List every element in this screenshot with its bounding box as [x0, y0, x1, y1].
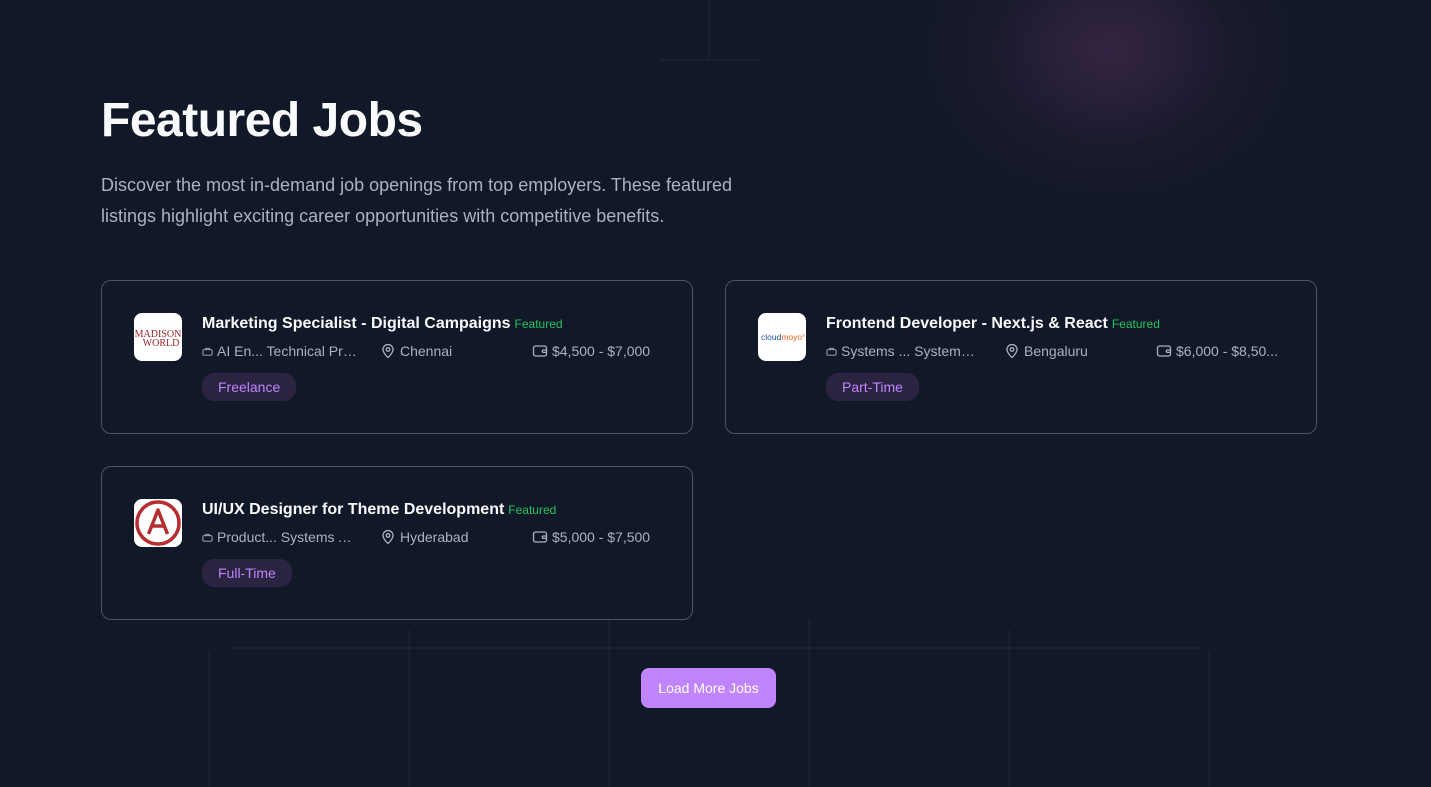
location-pin-icon — [1006, 343, 1018, 359]
company-info: AI En... Technical Pro... — [202, 343, 357, 359]
location-text: Bengaluru — [1024, 343, 1088, 359]
job-card-frontend-developer[interactable]: cloudmoyo® Frontend Developer - Next.js … — [725, 280, 1317, 434]
company-name: Product... Systems A... — [217, 529, 357, 545]
load-more-jobs-button[interactable]: Load More Jobs — [641, 668, 776, 708]
madison-world-logo: MADISON WORLD — [134, 313, 182, 361]
logo-text: cloudmoyo® — [761, 332, 805, 342]
wallet-icon — [532, 531, 548, 543]
location-pin-icon — [382, 529, 394, 545]
section-title: Featured Jobs — [101, 94, 423, 147]
briefcase-icon — [826, 347, 837, 356]
job-title-row: Frontend Developer - Next.js & React Fea… — [826, 315, 1160, 333]
logo-text-line2: WORLD — [143, 338, 180, 349]
briefcase-icon — [202, 347, 213, 356]
salary-text: $6,000 - $8,50... — [1176, 343, 1278, 359]
job-title[interactable]: Marketing Specialist - Digital Campaigns — [202, 315, 511, 333]
angular-logo — [134, 499, 182, 547]
salary-info: $5,000 - $7,500 — [532, 529, 650, 545]
section-subtitle: Discover the most in-demand job openings… — [101, 175, 732, 226]
salary-text: $5,000 - $7,500 — [552, 529, 651, 545]
cloudmoyo-logo: cloudmoyo® — [758, 313, 806, 361]
location-info: Chennai — [380, 343, 452, 359]
location-info: Hyderabad — [380, 529, 469, 545]
wallet-icon — [532, 345, 548, 357]
featured-label: Featured — [514, 317, 563, 331]
company-name: Systems ... Systems ... — [841, 343, 981, 359]
company-info: Systems ... Systems ... — [826, 343, 981, 359]
job-title-row: UI/UX Designer for Theme Development Fea… — [202, 501, 556, 519]
job-type-badge: Part-Time — [826, 373, 919, 401]
company-info: Product... Systems A... — [202, 529, 357, 545]
location-text: Hyderabad — [400, 529, 469, 545]
wallet-icon — [1156, 345, 1172, 357]
featured-label: Featured — [508, 503, 557, 517]
salary-text: $4,500 - $7,000 — [552, 343, 651, 359]
job-type-badge: Full-Time — [202, 559, 292, 587]
location-text: Chennai — [400, 343, 453, 359]
briefcase-icon — [202, 533, 213, 542]
job-title[interactable]: Frontend Developer - Next.js & React — [826, 315, 1108, 333]
job-title[interactable]: UI/UX Designer for Theme Development — [202, 501, 504, 519]
featured-jobs-section: Featured Jobs Discover the most in-deman… — [101, 92, 1317, 232]
location-pin-icon — [382, 343, 394, 359]
location-info: Bengaluru — [1004, 343, 1088, 359]
company-name: AI En... Technical Pro... — [217, 343, 357, 359]
salary-info: $6,000 - $8,50... — [1156, 343, 1278, 359]
job-card-uiux-designer[interactable]: UI/UX Designer for Theme Development Fea… — [101, 466, 693, 620]
job-title-row: Marketing Specialist - Digital Campaigns… — [202, 315, 563, 333]
job-type-badge: Freelance — [202, 373, 297, 401]
job-card-marketing-specialist[interactable]: MADISON WORLD Marketing Specialist - Dig… — [101, 280, 693, 434]
featured-label: Featured — [1111, 317, 1160, 331]
salary-info: $4,500 - $7,000 — [532, 343, 650, 359]
